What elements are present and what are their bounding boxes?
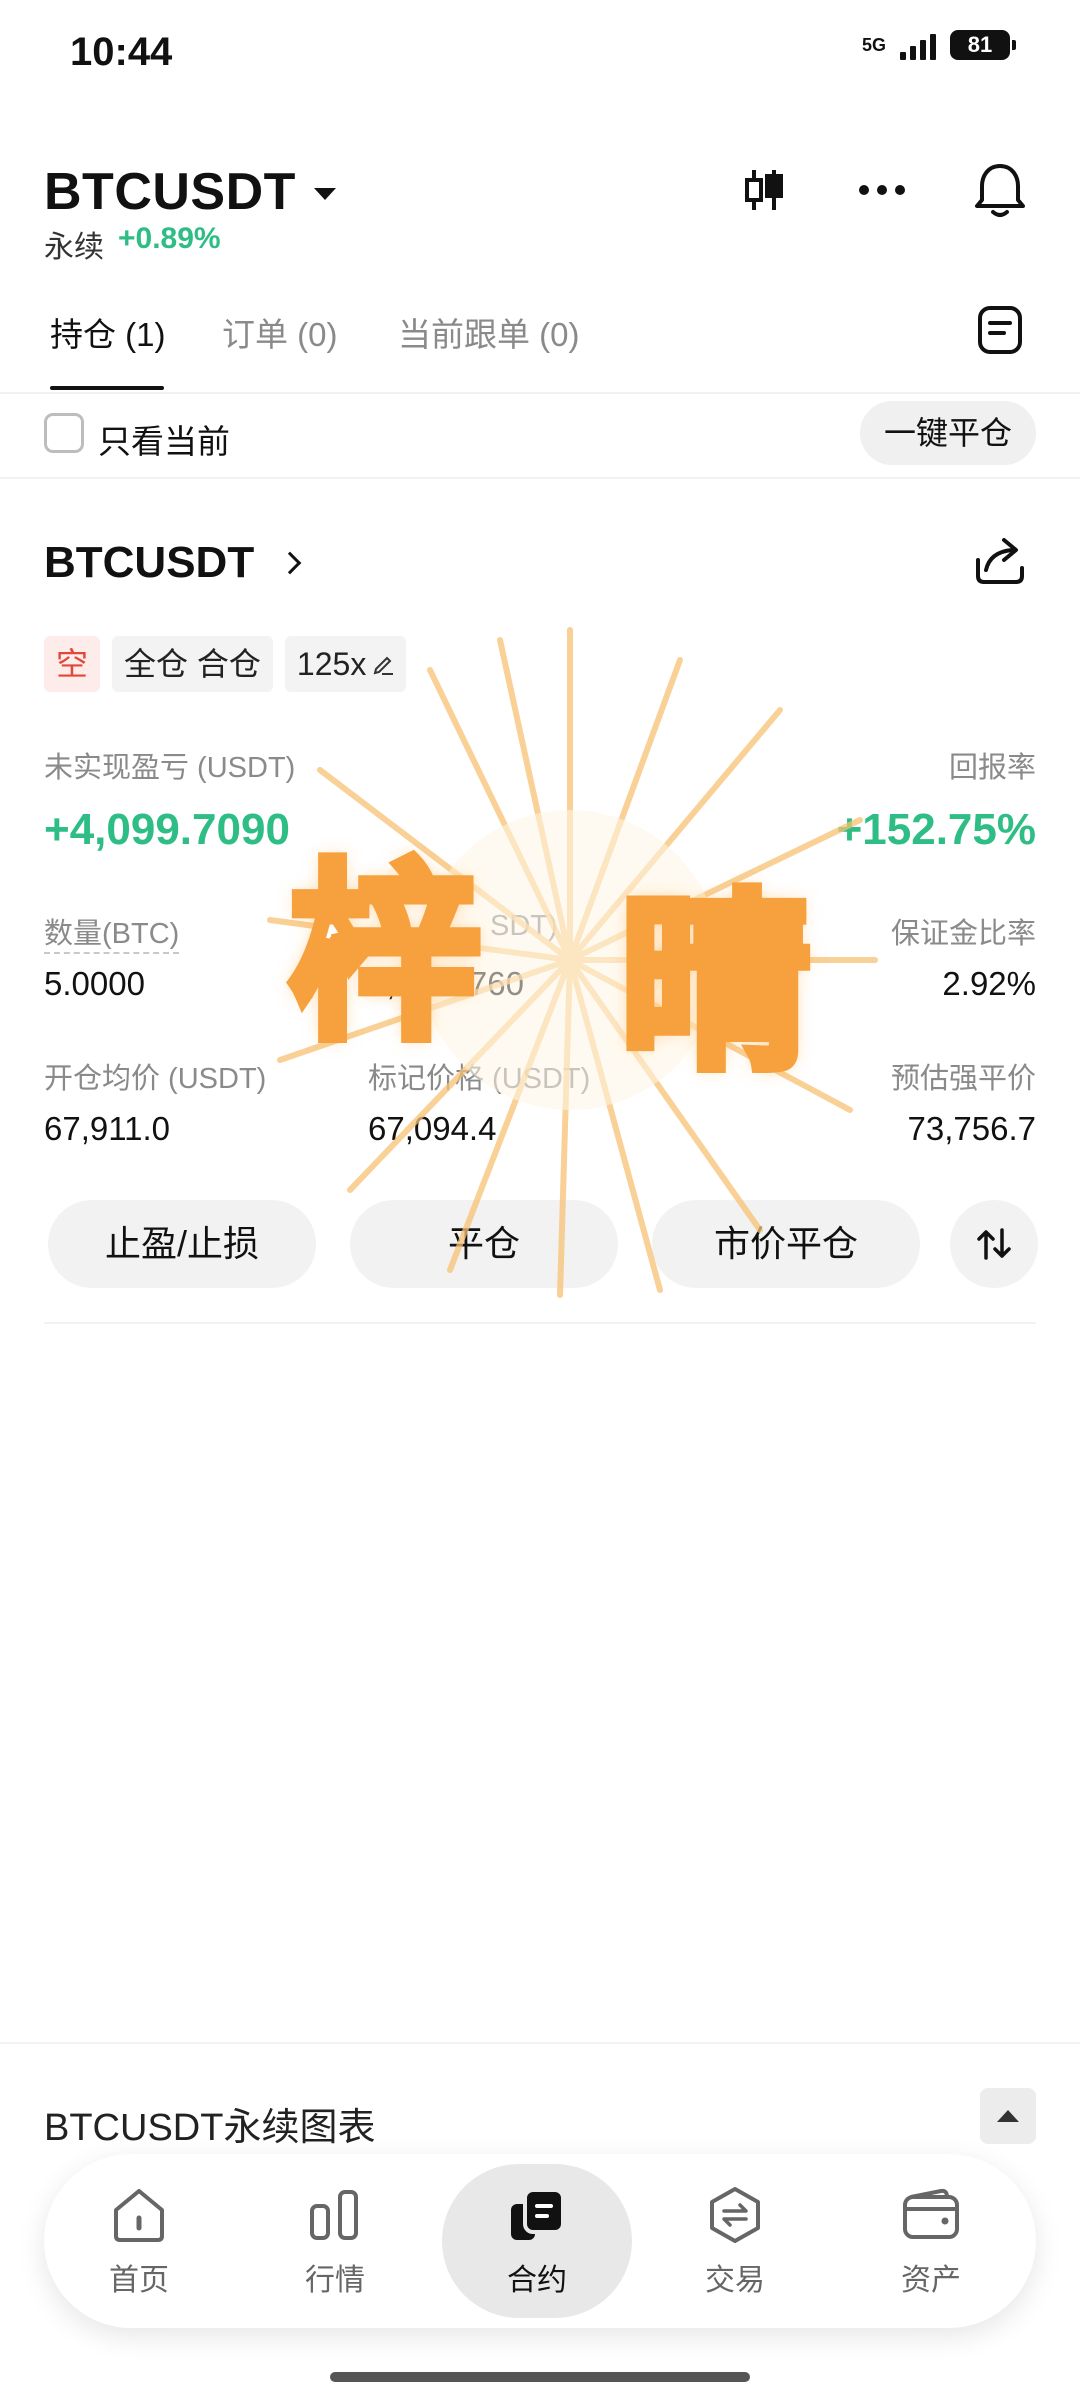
mark-price-label: 标记价格 (USDT) xyxy=(368,1063,591,1095)
candlestick-chart-icon[interactable] xyxy=(734,160,794,220)
expand-chart-button[interactable] xyxy=(980,2088,1036,2144)
pnl-value: +4,099.7090 xyxy=(44,805,290,854)
close-all-button[interactable]: 一键平仓 xyxy=(859,401,1036,465)
reverse-position-button[interactable] xyxy=(950,1200,1038,1288)
roe-value: +152.75% xyxy=(836,805,1036,854)
entry-price-label: 开仓均价 (USDT) xyxy=(44,1063,267,1095)
chevron-right-icon xyxy=(278,551,302,575)
header: BTCUSDT 永续 +0.89% xyxy=(0,150,1080,270)
document-icon[interactable] xyxy=(970,300,1030,360)
nav-assets[interactable]: 资产 xyxy=(836,2154,1026,2328)
symbol-selector[interactable]: BTCUSDT xyxy=(44,162,336,222)
position-tags: 空 全仓 合仓 125x xyxy=(44,636,407,692)
margin-label: SDT) xyxy=(490,910,558,942)
position-tabs: 持仓 (1) 订单 (0) 当前跟单 (0) xyxy=(0,290,1080,390)
filter-row: 只看当前 一键平仓 xyxy=(0,395,1080,475)
bottom-nav: 首页 行情 合约 交易 资产 xyxy=(44,2154,1036,2328)
position-actions: 止盈/止损 平仓 市价平仓 xyxy=(48,1200,1038,1288)
nav-futures[interactable]: 合约 xyxy=(442,2164,632,2318)
position-card: BTCUSDT 空 全仓 合仓 125x 未实现盈亏 (USDT) 回报率 +4… xyxy=(0,480,1080,1330)
margin-ratio-label: 保证金比率 xyxy=(890,918,1036,950)
nav-label: 首页 xyxy=(109,2264,169,2297)
price-change: +0.89% xyxy=(118,222,221,255)
chart-title: BTCUSDT永续图表 xyxy=(44,2107,376,2149)
edit-icon xyxy=(373,656,394,675)
quantity-label: 数量(BTC) xyxy=(44,910,180,954)
entry-price-value: 67,911.0 xyxy=(44,1110,171,1147)
leverage-tag[interactable]: 125x xyxy=(284,636,407,692)
bell-icon[interactable] xyxy=(970,160,1030,220)
wallet-icon xyxy=(899,2183,963,2247)
futures-icon xyxy=(505,2183,569,2247)
chart-section: BTCUSDT永续图表 xyxy=(0,2042,1080,2172)
margin-ratio-value: 2.92% xyxy=(942,965,1036,1002)
tab-orders[interactable]: 订单 (0) xyxy=(222,308,338,356)
symbol-subinfo: 永续 +0.89% xyxy=(44,222,221,266)
header-actions xyxy=(734,160,1030,220)
nav-label: 行情 xyxy=(305,2264,365,2297)
tab-copy-trades[interactable]: 当前跟单 (0) xyxy=(398,308,580,356)
only-current-checkbox[interactable] xyxy=(44,413,84,453)
nav-market[interactable]: 行情 xyxy=(240,2154,430,2328)
battery-icon: 81 xyxy=(950,30,1016,60)
symbol-title: BTCUSDT xyxy=(44,163,296,221)
divider xyxy=(0,392,1080,394)
divider xyxy=(44,1322,1036,1324)
position-symbol-link[interactable]: BTCUSDT xyxy=(44,538,302,588)
tpsl-button[interactable]: 止盈/止损 xyxy=(48,1200,316,1288)
home-icon xyxy=(107,2183,171,2247)
home-indicator[interactable] xyxy=(330,2372,750,2382)
quantity-value: 5.0000 xyxy=(44,965,145,1002)
nav-trade[interactable]: 交易 xyxy=(640,2154,830,2328)
active-tab-indicator xyxy=(50,386,164,390)
market-icon xyxy=(303,2183,367,2247)
trade-icon xyxy=(703,2183,767,2247)
liquidation-price-value: 73,756.7 xyxy=(907,1110,1036,1147)
signal-icon xyxy=(900,30,936,60)
leverage-value: 125x xyxy=(296,646,367,682)
liquidation-price-label: 预估强平价 xyxy=(890,1063,1036,1095)
nav-label: 交易 xyxy=(705,2264,765,2297)
caret-up-icon xyxy=(997,2110,1019,2122)
contract-type: 永续 xyxy=(44,231,104,264)
nav-label: 合约 xyxy=(507,2264,567,2297)
more-icon[interactable] xyxy=(852,160,912,220)
share-icon[interactable] xyxy=(970,530,1030,590)
nav-home[interactable]: 首页 xyxy=(44,2154,234,2328)
divider xyxy=(0,477,1080,479)
market-close-button[interactable]: 市价平仓 xyxy=(652,1200,920,1288)
pnl-label: 未实现盈亏 (USDT) xyxy=(44,752,296,784)
status-icons: 5G 81 xyxy=(861,30,1016,60)
swap-arrows-icon xyxy=(977,1228,1011,1260)
side-tag: 空 xyxy=(44,636,101,692)
caret-down-icon xyxy=(313,188,336,200)
close-position-button[interactable]: 平仓 xyxy=(350,1200,618,1288)
network-type: 5G xyxy=(861,35,886,55)
tab-positions[interactable]: 持仓 (1) xyxy=(50,308,166,356)
status-time: 10:44 xyxy=(70,30,173,74)
margin-value: 2,8 3.7760 xyxy=(368,965,524,1002)
only-current-label: 只看当前 xyxy=(98,423,230,460)
mark-price-value: 67,094.4 xyxy=(368,1110,497,1147)
roe-label: 回报率 xyxy=(948,752,1036,784)
margin-mode-tag: 全仓 合仓 xyxy=(112,636,273,692)
status-bar: 10:44 5G 81 xyxy=(0,0,1080,110)
nav-label: 资产 xyxy=(901,2264,961,2297)
position-symbol: BTCUSDT xyxy=(44,538,255,587)
